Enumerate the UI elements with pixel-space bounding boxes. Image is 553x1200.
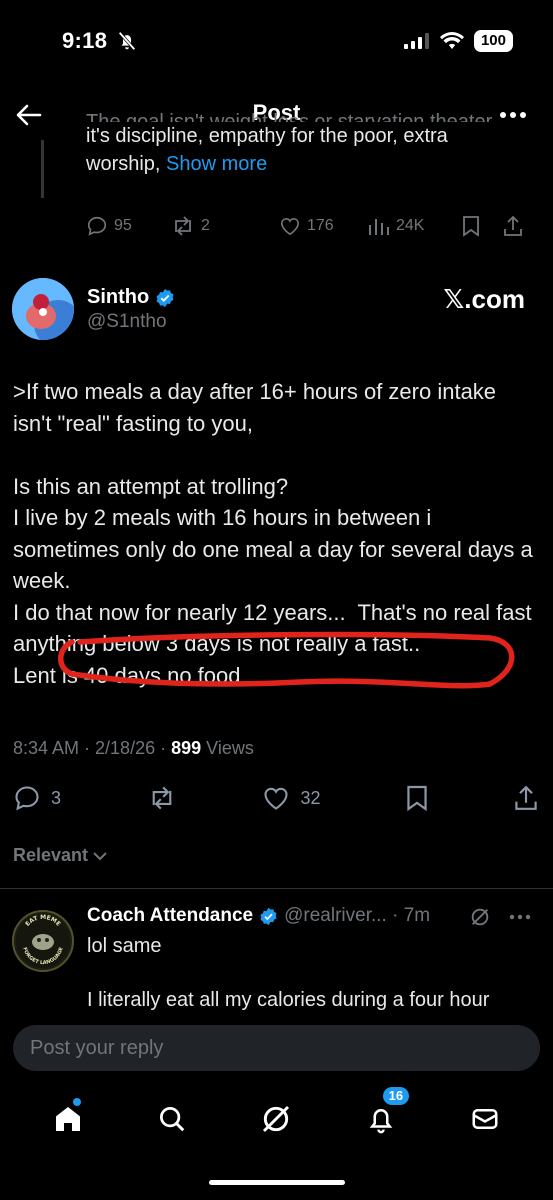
- post-views-count: 899: [171, 738, 202, 758]
- views-count: 24K: [396, 217, 425, 234]
- post-like-count: 32: [300, 787, 321, 808]
- repost-icon: [152, 786, 172, 810]
- status-indicators: 100: [403, 30, 513, 52]
- relevant-sort-button[interactable]: Relevant: [13, 845, 108, 866]
- author-handle[interactable]: @S1ntho: [87, 311, 167, 333]
- reply-icon: [15, 786, 39, 811]
- bookmark-icon: [407, 785, 427, 812]
- bell-icon: [369, 1109, 393, 1134]
- battery-indicator: 100: [473, 30, 513, 52]
- tab-search[interactable]: [150, 1097, 194, 1141]
- post-repost-button[interactable]: [147, 785, 177, 811]
- author-name-row[interactable]: Sintho: [87, 286, 175, 309]
- post-like-button[interactable]: 32: [262, 785, 321, 811]
- tab-bar: 16: [0, 1087, 553, 1143]
- ellipsis-icon[interactable]: [509, 913, 531, 921]
- bookmark-icon: [463, 216, 479, 237]
- reply-author-row[interactable]: Coach Attendance @realriver... · 7m: [87, 905, 430, 927]
- home-indicator: [208, 1180, 345, 1185]
- bookmark-button[interactable]: [462, 215, 503, 237]
- chevron-down-icon: [93, 851, 107, 860]
- reply-button[interactable]: 95: [86, 215, 171, 237]
- share-icon: [504, 215, 522, 236]
- arrow-left-icon: [16, 104, 42, 126]
- avatar-emblem: EAT MEME FORGET LANGUAGE: [16, 914, 70, 968]
- repost-count: 2: [201, 217, 210, 234]
- tab-grok[interactable]: [254, 1097, 298, 1141]
- like-button[interactable]: 176: [279, 216, 368, 236]
- reply-handle-time: @realriver... · 7m: [284, 905, 431, 926]
- repost-button[interactable]: 2: [171, 215, 279, 237]
- post-reply-count: 3: [51, 787, 62, 808]
- post-share-button[interactable]: [514, 784, 538, 812]
- post-bookmark-button[interactable]: [406, 784, 428, 812]
- home-icon: [56, 1107, 81, 1131]
- post-actions: 3 32: [13, 784, 538, 812]
- mail-icon: [472, 1109, 498, 1129]
- previous-post-text: The goal isn't weight loss or starvation…: [86, 111, 526, 178]
- previous-post-cut-line: The goal isn't weight loss or starvation…: [86, 111, 497, 122]
- views-chart-icon: [369, 219, 389, 235]
- red-annotation-circle: [58, 631, 515, 689]
- grok-icon: [263, 1105, 290, 1133]
- divider: [0, 888, 553, 889]
- post-reply-button[interactable]: 3: [13, 784, 61, 812]
- show-more-link[interactable]: Show more: [166, 153, 267, 175]
- tab-notifications[interactable]: 16: [359, 1087, 410, 1141]
- tab-home[interactable]: [46, 1097, 90, 1141]
- avatar-illustration: [12, 278, 74, 340]
- verified-badge-icon: [260, 907, 277, 925]
- search-icon: [160, 1107, 185, 1132]
- reply-author-name[interactable]: Coach Attendance: [87, 905, 253, 927]
- back-button[interactable]: [14, 100, 44, 130]
- reply-count: 95: [114, 217, 132, 234]
- verified-badge-icon: [156, 288, 174, 307]
- x-com-watermark: 𝕏.com: [443, 284, 525, 314]
- thread-line: [41, 140, 44, 198]
- heart-icon: [280, 218, 300, 236]
- share-icon: [515, 785, 537, 810]
- reply-author-avatar[interactable]: EAT MEME FORGET LANGUAGE: [12, 910, 74, 972]
- reply-input[interactable]: Post your reply: [13, 1025, 540, 1071]
- grok-icon[interactable]: [469, 906, 491, 928]
- post-timestamp: 8:34 AM · 2/18/26 ·: [13, 738, 172, 758]
- reply-text-line-1: lol same: [87, 935, 162, 957]
- relevant-label: Relevant: [13, 845, 89, 865]
- post-views-label: Views: [201, 738, 254, 758]
- wifi-icon: [439, 32, 464, 49]
- author-name[interactable]: Sintho: [87, 286, 149, 309]
- cellular-signal-icon: [403, 33, 429, 49]
- heart-icon: [264, 787, 289, 810]
- post-meta: 8:34 AM · 2/18/26 · 899 Views: [13, 738, 254, 759]
- reply-icon: [87, 216, 106, 236]
- repost-icon: [175, 216, 191, 236]
- status-time: 9:18: [62, 28, 108, 53]
- like-count: 176: [307, 217, 334, 234]
- author-avatar[interactable]: [12, 278, 74, 340]
- notifications-badge: 16: [382, 1087, 410, 1105]
- previous-post-actions: 95 2 176 24K: [86, 215, 541, 237]
- reply-header-actions: [469, 906, 531, 928]
- share-button[interactable]: [503, 215, 523, 237]
- tab-messages[interactable]: [463, 1097, 507, 1141]
- views-button[interactable]: 24K: [368, 216, 462, 236]
- bell-slash-icon: [118, 31, 136, 51]
